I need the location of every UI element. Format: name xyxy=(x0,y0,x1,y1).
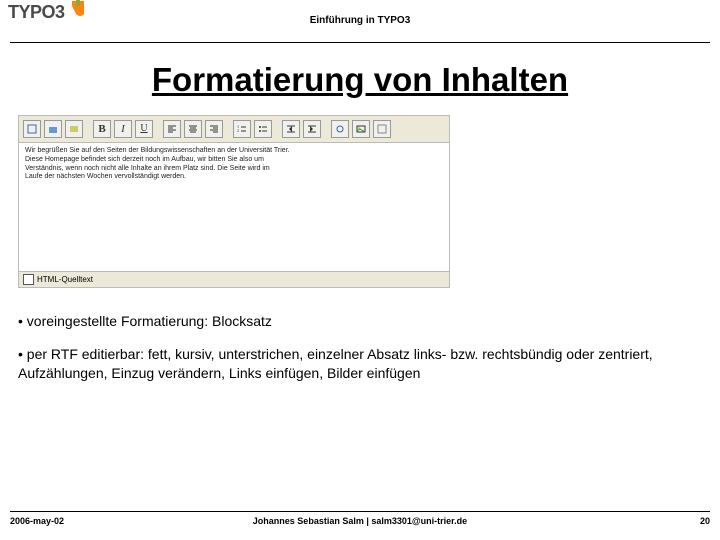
rte-textarea[interactable]: Wir begrüßen Sie auf den Seiten der Bild… xyxy=(18,143,450,272)
editor-text-line: Laufe der nächsten Wochen vervollständig… xyxy=(25,173,443,182)
rte-toolbar: B I U 12 xyxy=(18,115,450,143)
align-center-button[interactable] xyxy=(184,120,202,138)
slide-title: Formatierung von Inhalten xyxy=(0,61,720,99)
outdent-button[interactable] xyxy=(282,120,300,138)
italic-button[interactable]: I xyxy=(114,120,132,138)
ordered-list-button[interactable]: 12 xyxy=(233,120,251,138)
slide-header: TYPO3 Einführung in TYPO3 xyxy=(10,0,710,43)
bold-button[interactable]: B xyxy=(93,120,111,138)
svg-text:2: 2 xyxy=(237,128,239,133)
editor-text-line: Diese Homepage befindet sich derzeit noc… xyxy=(25,156,443,165)
underline-button[interactable]: U xyxy=(135,120,153,138)
slide-footer: 2006-may-02 Johannes Sebastian Salm | sa… xyxy=(10,511,710,526)
footer-author: Johannes Sebastian Salm | salm3301@uni-t… xyxy=(185,516,535,526)
footer-page: 20 xyxy=(535,516,710,526)
html-source-row: HTML-Quelltext xyxy=(18,272,450,288)
toolbar-button-1[interactable] xyxy=(23,120,41,138)
link-button[interactable] xyxy=(331,120,349,138)
bullet-1: • voreingestellte Formatierung: Blocksat… xyxy=(18,312,702,331)
image-button[interactable] xyxy=(352,120,370,138)
html-source-checkbox[interactable] xyxy=(23,274,34,285)
bullet-list: • voreingestellte Formatierung: Blocksat… xyxy=(18,312,702,383)
typo3-logo: TYPO3 xyxy=(8,2,86,23)
html-source-label: HTML-Quelltext xyxy=(37,275,93,284)
editor-text-line: Wir begrüßen Sie auf den Seiten der Bild… xyxy=(25,147,443,156)
toolbar-misc-button[interactable] xyxy=(373,120,391,138)
rte-editor-screenshot: B I U 12 Wir begrüßen Sie auf den Seiten… xyxy=(18,115,450,288)
toolbar-button-3[interactable] xyxy=(65,120,83,138)
unordered-list-button[interactable] xyxy=(254,120,272,138)
logo-text: TYPO3 xyxy=(8,2,65,22)
bullet-2: • per RTF editierbar: fett, kursiv, unte… xyxy=(18,345,702,383)
editor-text-line: Verständnis, wenn noch nicht alle Inhalt… xyxy=(25,165,443,174)
align-left-button[interactable] xyxy=(163,120,181,138)
indent-button[interactable] xyxy=(303,120,321,138)
align-right-button[interactable] xyxy=(205,120,223,138)
logo-mark-icon xyxy=(70,0,86,23)
header-title: Einführung in TYPO3 xyxy=(10,0,710,42)
footer-date: 2006-may-02 xyxy=(10,516,185,526)
toolbar-button-2[interactable] xyxy=(44,120,62,138)
